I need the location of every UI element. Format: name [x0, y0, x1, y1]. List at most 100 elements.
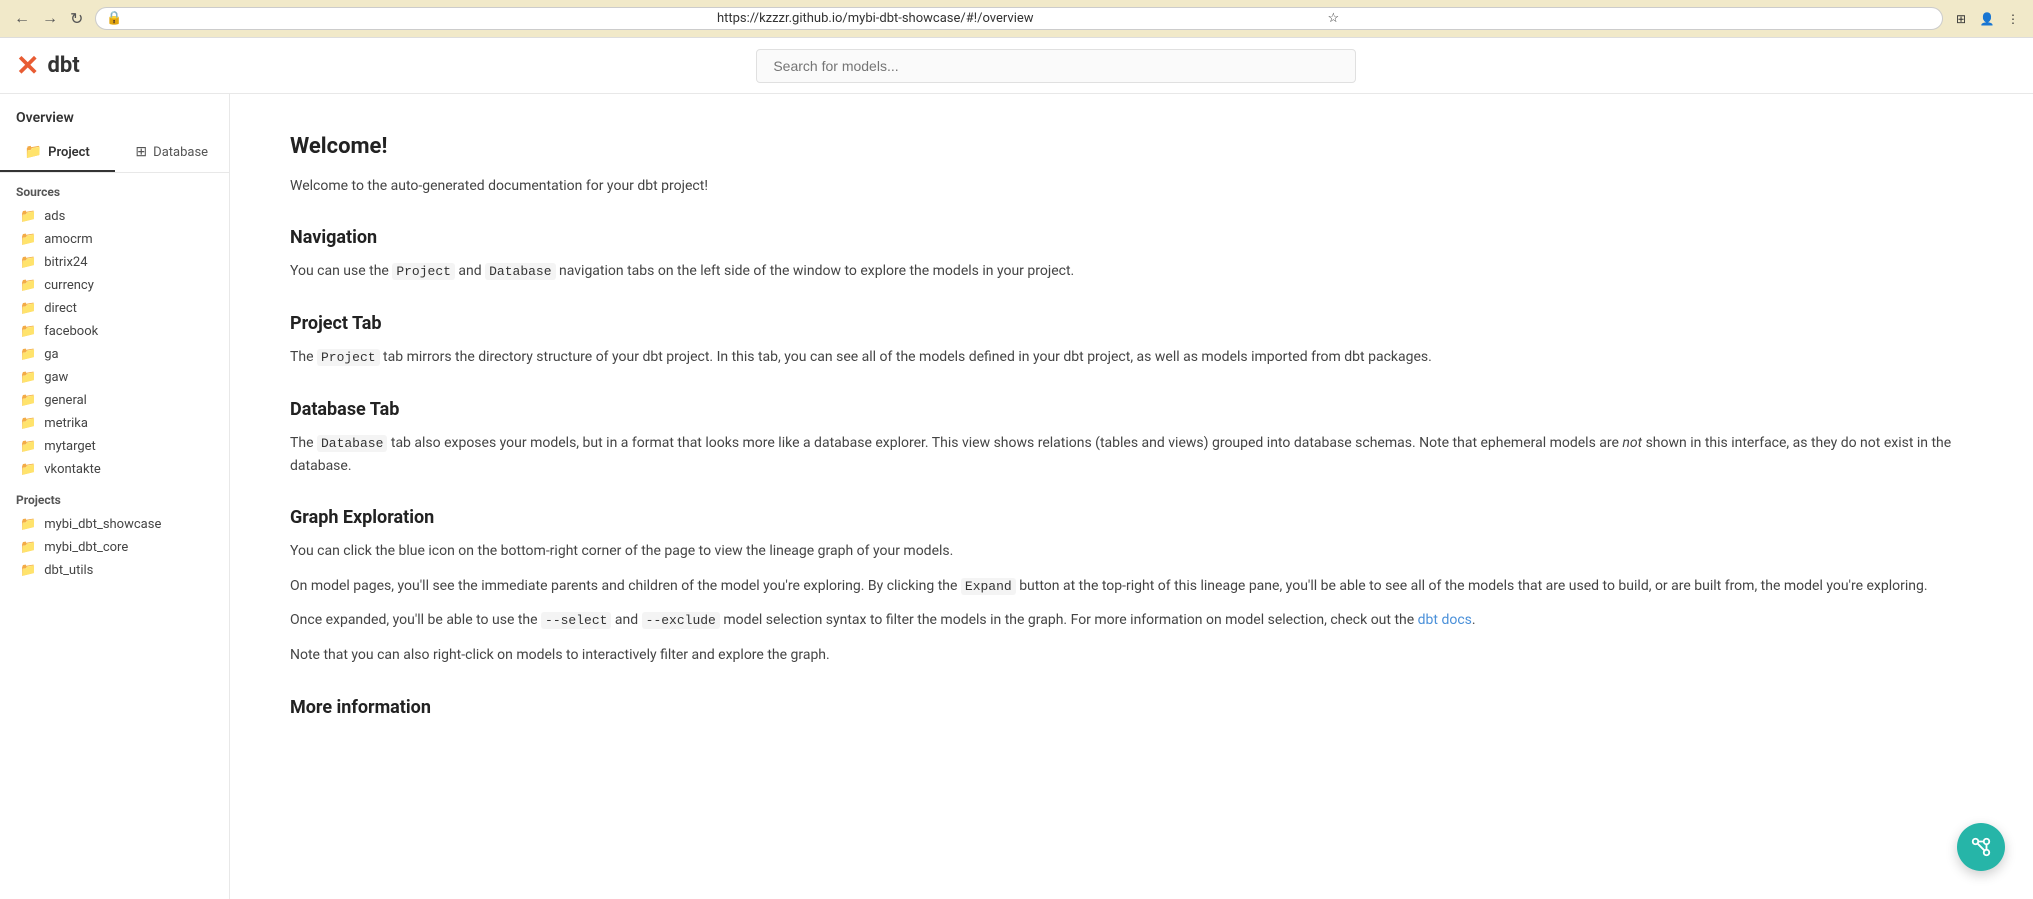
sidebar-item-general[interactable]: 📁 general — [0, 389, 229, 412]
sidebar-item-mytarget-label: mytarget — [44, 439, 96, 454]
sidebar-item-mytarget[interactable]: 📁 mytarget — [0, 435, 229, 458]
lineage-fab-icon — [1970, 836, 1992, 858]
sidebar-item-metrika[interactable]: 📁 metrika — [0, 412, 229, 435]
profile-icon[interactable]: 👤 — [1977, 9, 1997, 29]
sidebar-item-gaw-label: gaw — [44, 370, 68, 385]
graph-exclude-code: --exclude — [642, 612, 720, 629]
navigation-text-before: You can use the — [290, 263, 392, 279]
graph-text3-end: . — [1472, 612, 1476, 628]
project-tab-code: Project — [317, 349, 380, 366]
sidebar-overview[interactable]: Overview — [0, 94, 229, 134]
folder-icon-metrika: 📁 — [20, 416, 36, 431]
folder-icon-mybi-core: 📁 — [20, 540, 36, 555]
graph-text3-after: model selection syntax to filter the mod… — [720, 612, 1418, 628]
sidebar-item-mybi-core-label: mybi_dbt_core — [44, 540, 128, 555]
sidebar-item-direct-label: direct — [44, 301, 77, 316]
graph-text4: Note that you can also right-click on mo… — [290, 644, 1973, 666]
graph-text2-after: button at the top-right of this lineage … — [1016, 578, 1928, 594]
sidebar-item-currency[interactable]: 📁 currency — [0, 274, 229, 297]
graph-text3-before: Once expanded, you'll be able to use the — [290, 612, 541, 628]
sidebar-item-mybi-dbt-core[interactable]: 📁 mybi_dbt_core — [0, 536, 229, 559]
database-tab-text-before: The — [290, 435, 317, 451]
security-icon: 🔒 — [106, 11, 711, 26]
graph-text2: On model pages, you'll see the immediate… — [290, 575, 1973, 598]
navigation-text-mid: and — [455, 263, 485, 279]
database-tab-icon: ⊞ — [135, 144, 147, 160]
sidebar-item-mybi-showcase-label: mybi_dbt_showcase — [44, 517, 161, 532]
sidebar-item-vkontakte[interactable]: 📁 vkontakte — [0, 458, 229, 481]
browser-nav-buttons: ← → ↻ — [10, 7, 87, 31]
sidebar-item-ads-label: ads — [44, 209, 65, 224]
sidebar-item-facebook-label: facebook — [44, 324, 98, 339]
folder-icon-amocrm: 📁 — [20, 232, 36, 247]
sidebar-item-metrika-label: metrika — [44, 416, 88, 431]
graph-text3-mid: and — [611, 612, 641, 628]
folder-icon-ads: 📁 — [20, 209, 36, 224]
folder-icon-bitrix24: 📁 — [20, 255, 36, 270]
browser-chrome: ← → ↻ 🔒 https://kzzzr.github.io/mybi-dbt… — [0, 0, 2033, 38]
sidebar-item-dbt-utils[interactable]: 📁 dbt_utils — [0, 559, 229, 582]
graph-text2-before: On model pages, you'll see the immediate… — [290, 578, 961, 594]
tab-bar: 📁 Project ⊞ Database — [0, 134, 229, 173]
forward-button[interactable]: → — [38, 8, 62, 30]
navigation-heading: Navigation — [290, 227, 1973, 248]
welcome-heading: Welcome! — [290, 134, 1973, 159]
database-tab-paragraph: The Database tab also exposes your model… — [290, 432, 1973, 477]
project-tab-text-before: The — [290, 349, 317, 365]
navigation-text-after: navigation tabs on the left side of the … — [556, 263, 1075, 279]
tab-project[interactable]: 📁 Project — [0, 134, 115, 172]
graph-expand-code: Expand — [961, 578, 1016, 595]
database-tab-heading: Database Tab — [290, 399, 1973, 420]
address-bar[interactable]: 🔒 https://kzzzr.github.io/mybi-dbt-showc… — [95, 7, 1943, 30]
navigation-database-code: Database — [485, 263, 555, 280]
navigation-paragraph: You can use the Project and Database nav… — [290, 260, 1973, 283]
folder-icon-mytarget: 📁 — [20, 439, 36, 454]
search-bar[interactable] — [756, 49, 1356, 83]
sidebar-item-gaw[interactable]: 📁 gaw — [0, 366, 229, 389]
dbt-docs-link[interactable]: dbt docs — [1418, 612, 1472, 628]
projects-section-title: Projects — [0, 481, 229, 513]
tab-database-label: Database — [153, 145, 208, 160]
sidebar-item-ads[interactable]: 📁 ads — [0, 205, 229, 228]
logo: ✕ dbt — [16, 49, 80, 82]
url-text: https://kzzzr.github.io/mybi-dbt-showcas… — [717, 11, 1322, 26]
project-tab-paragraph: The Project tab mirrors the directory st… — [290, 346, 1973, 369]
search-input[interactable] — [756, 49, 1356, 83]
sidebar-item-mybi-dbt-showcase[interactable]: 📁 mybi_dbt_showcase — [0, 513, 229, 536]
menu-icon[interactable]: ⋮ — [2003, 9, 2023, 29]
star-icon: ☆ — [1327, 11, 1932, 26]
database-tab-italic: not — [1622, 435, 1642, 451]
sidebar-item-amocrm[interactable]: 📁 amocrm — [0, 228, 229, 251]
app-header: ✕ dbt — [0, 38, 2033, 94]
folder-icon-mybi-showcase: 📁 — [20, 517, 36, 532]
folder-icon-direct: 📁 — [20, 301, 36, 316]
database-tab-code: Database — [317, 435, 387, 452]
sidebar-item-ga-label: ga — [44, 347, 58, 362]
extensions-icon[interactable]: ⊞ — [1951, 9, 1971, 29]
browser-toolbar-icons: ⊞ 👤 ⋮ — [1951, 9, 2023, 29]
tab-database[interactable]: ⊞ Database — [115, 134, 230, 172]
sidebar-item-dbt-utils-label: dbt_utils — [44, 563, 93, 578]
sidebar: Overview 📁 Project ⊞ Database Sources 📁 … — [0, 94, 230, 899]
sidebar-item-amocrm-label: amocrm — [44, 232, 93, 247]
sidebar-item-direct[interactable]: 📁 direct — [0, 297, 229, 320]
folder-icon-facebook: 📁 — [20, 324, 36, 339]
folder-icon-ga: 📁 — [20, 347, 36, 362]
app-container: Overview 📁 Project ⊞ Database Sources 📁 … — [0, 94, 2033, 899]
graph-select-code: --select — [541, 612, 611, 629]
main-content: Welcome! Welcome to the auto-generated d… — [230, 94, 2033, 899]
sidebar-item-ga[interactable]: 📁 ga — [0, 343, 229, 366]
lineage-fab[interactable] — [1957, 823, 2005, 871]
folder-icon-dbt-utils: 📁 — [20, 563, 36, 578]
sidebar-item-vkontakte-label: vkontakte — [44, 462, 101, 477]
welcome-text: Welcome to the auto-generated documentat… — [290, 175, 1973, 197]
sidebar-item-bitrix24[interactable]: 📁 bitrix24 — [0, 251, 229, 274]
reload-button[interactable]: ↻ — [66, 7, 87, 31]
database-tab-text-after: tab also exposes your models, but in a f… — [387, 435, 1622, 451]
tab-project-label: Project — [48, 145, 90, 160]
graph-text3: Once expanded, you'll be able to use the… — [290, 609, 1973, 632]
navigation-project-code: Project — [392, 263, 455, 280]
back-button[interactable]: ← — [10, 8, 34, 30]
sidebar-item-facebook[interactable]: 📁 facebook — [0, 320, 229, 343]
folder-icon-vkontakte: 📁 — [20, 462, 36, 477]
